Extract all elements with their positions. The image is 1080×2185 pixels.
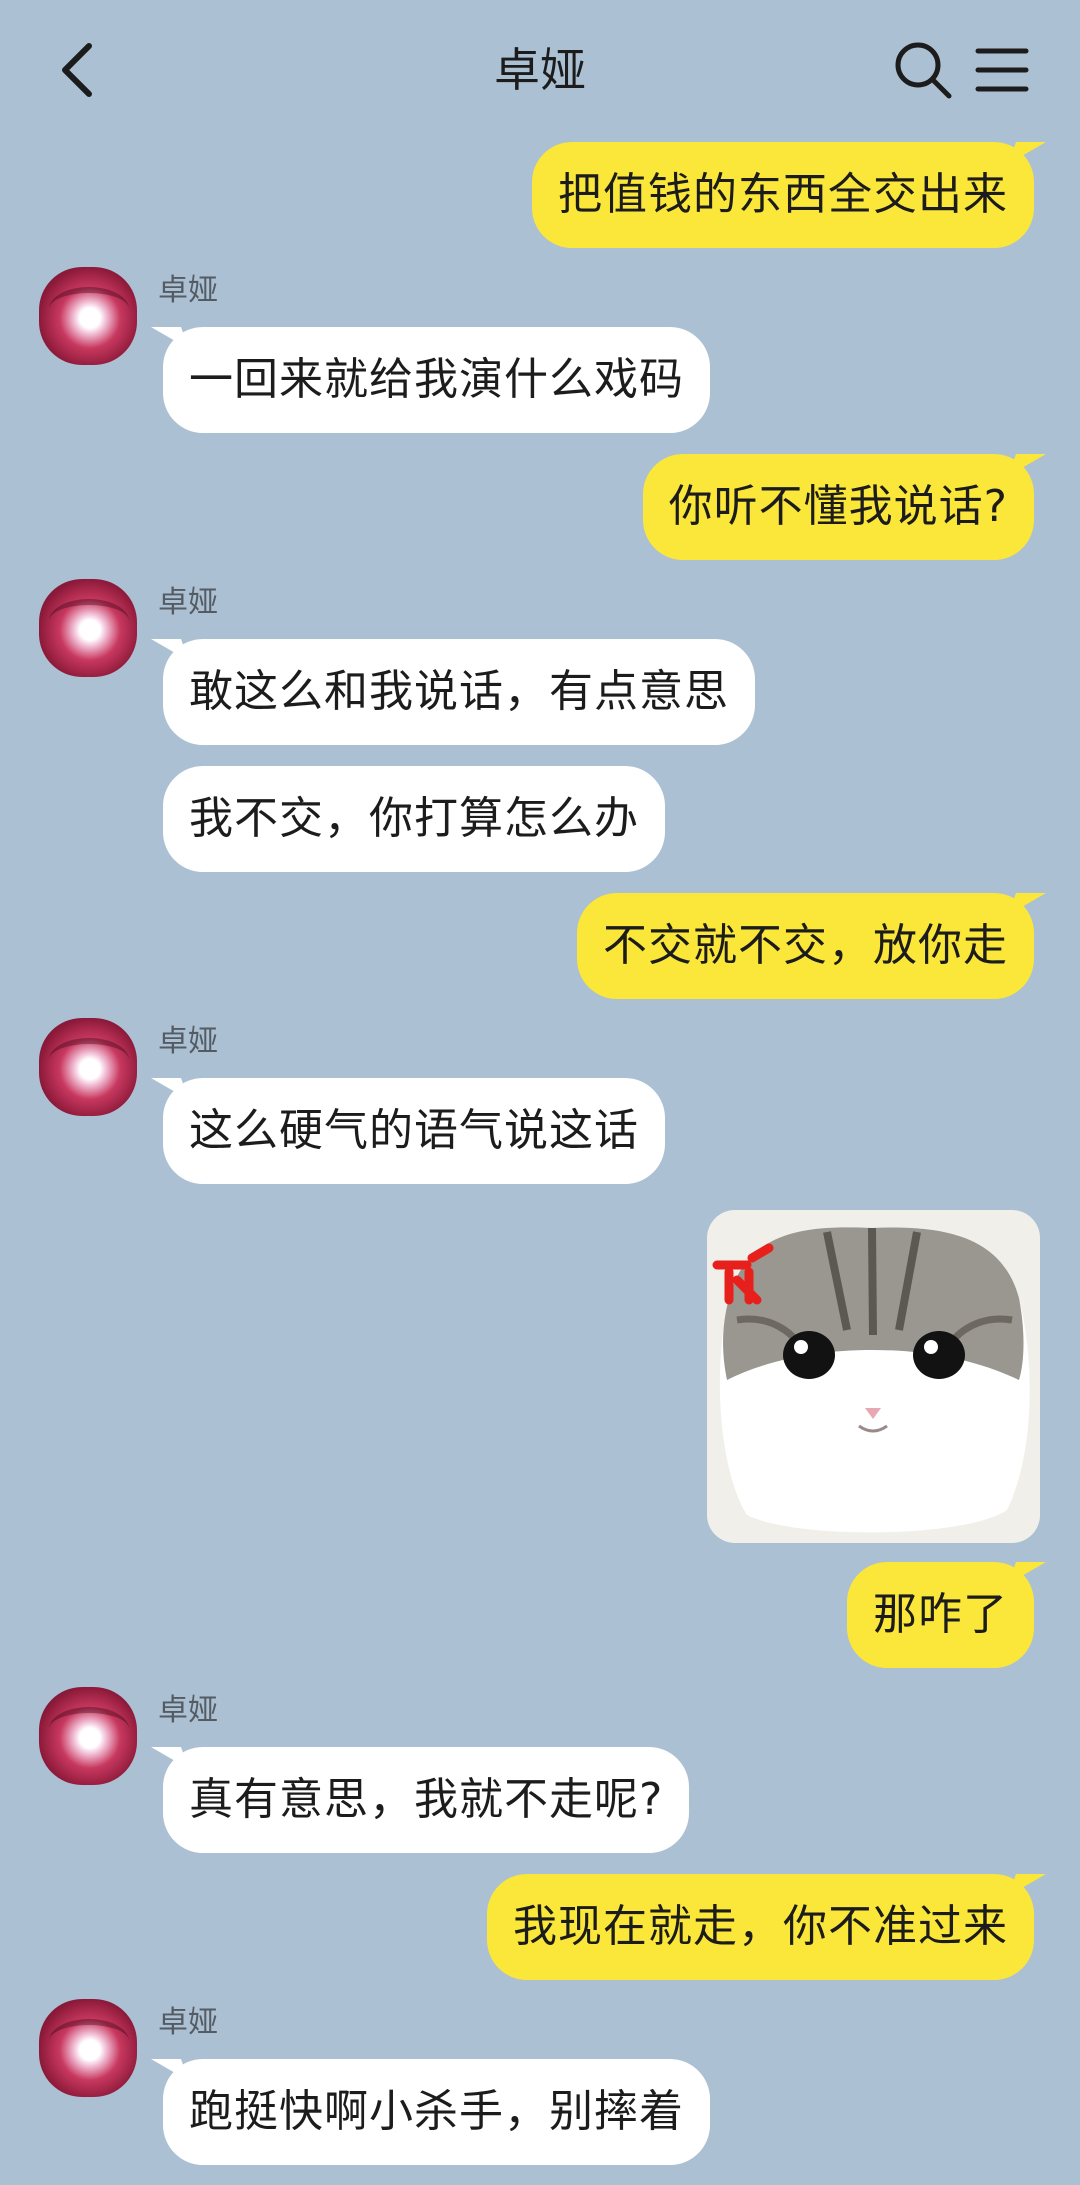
contact-avatar[interactable]: [39, 1999, 137, 2097]
outgoing-message-bubble[interactable]: 那咋了: [847, 1562, 1034, 1668]
sender-name: 卓娅: [158, 585, 218, 620]
incoming-message-bubble[interactable]: 跑挺快啊小杀手，别摔着: [163, 2059, 710, 2165]
sender-name: 卓娅: [158, 273, 218, 308]
outgoing-message-bubble[interactable]: 不交就不交，放你走: [577, 893, 1034, 999]
cat-face-icon: [712, 1227, 1030, 1533]
outgoing-message-bubble[interactable]: 你听不懂我说话?: [642, 454, 1034, 560]
chat-header: 卓娅: [0, 0, 1080, 140]
angry-cat-sticker[interactable]: [707, 1210, 1040, 1543]
outgoing-message-bubble[interactable]: 把值钱的东西全交出来: [532, 142, 1034, 248]
outgoing-message-bubble[interactable]: 我现在就走，你不准过来: [487, 1874, 1034, 1980]
contact-avatar[interactable]: [39, 1687, 137, 1785]
contact-avatar[interactable]: [39, 1018, 137, 1116]
incoming-message-bubble[interactable]: 一回来就给我演什么戏码: [163, 327, 710, 433]
incoming-message-bubble[interactable]: 这么硬气的语气说这话: [163, 1078, 665, 1184]
incoming-message-bubble[interactable]: 真有意思，我就不走呢?: [163, 1747, 690, 1853]
incoming-message-bubble[interactable]: 敢这么和我说话，有点意思: [163, 639, 755, 745]
contact-avatar[interactable]: [39, 579, 137, 677]
sender-name: 卓娅: [158, 2005, 218, 2040]
sender-name: 卓娅: [158, 1693, 218, 1728]
menu-icon[interactable]: [975, 46, 1029, 94]
sender-name: 卓娅: [158, 1024, 218, 1059]
incoming-message-bubble[interactable]: 我不交，你打算怎么办: [163, 766, 665, 872]
search-icon[interactable]: [893, 40, 953, 100]
contact-avatar[interactable]: [39, 267, 137, 365]
